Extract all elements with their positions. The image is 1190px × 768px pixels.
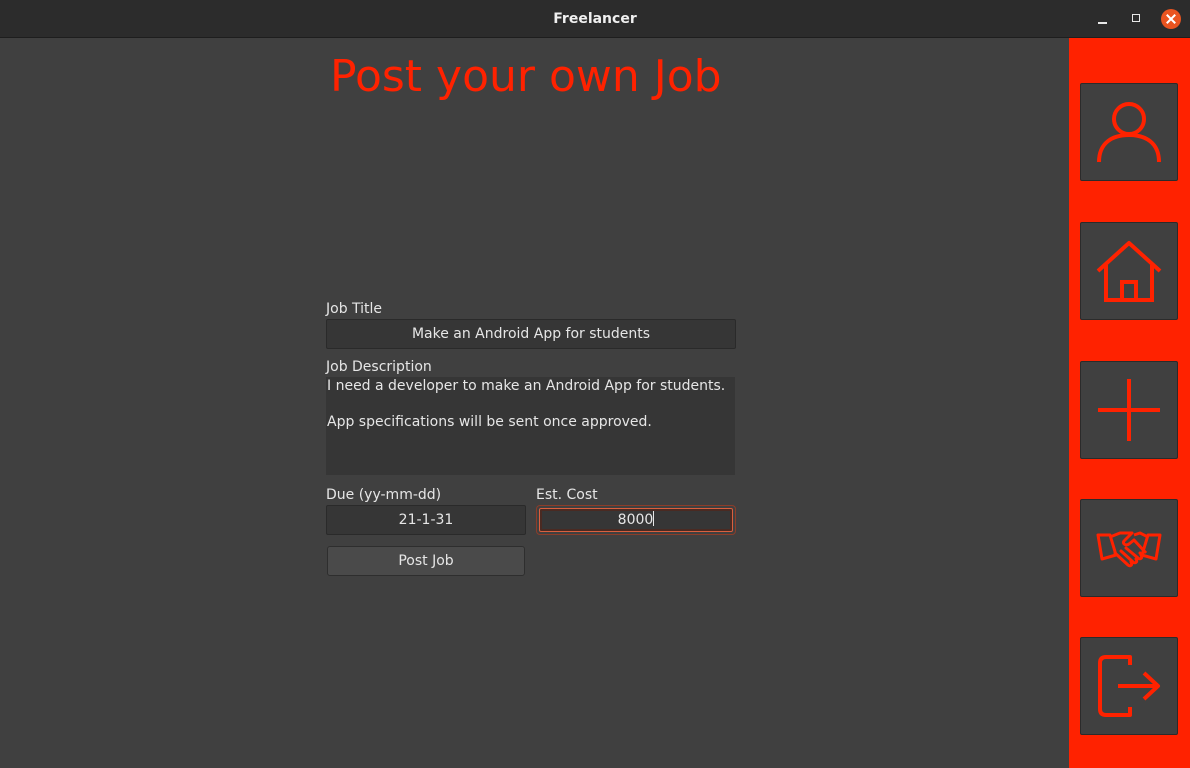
main-content: Post your own Job Job Title Make an Andr… xyxy=(0,38,1069,768)
logout-icon xyxy=(1098,655,1160,717)
close-button[interactable] xyxy=(1161,9,1181,29)
user-icon xyxy=(1097,102,1161,163)
job-title-input[interactable]: Make an Android App for students xyxy=(326,319,736,349)
title-bar: Freelancer xyxy=(0,0,1190,38)
profile-button[interactable] xyxy=(1080,83,1178,181)
text-caret xyxy=(653,511,655,526)
home-button[interactable] xyxy=(1080,222,1178,320)
deals-button[interactable] xyxy=(1080,499,1178,597)
handshake-icon xyxy=(1096,531,1162,568)
job-title-label: Job Title xyxy=(326,301,383,317)
job-description-textarea[interactable]: I need a developer to make an Android Ap… xyxy=(326,377,735,475)
plus-icon xyxy=(1098,379,1160,441)
window-title: Freelancer xyxy=(553,11,637,27)
post-job-button[interactable]: Post Job xyxy=(327,546,525,576)
job-description-label: Job Description xyxy=(326,359,432,375)
est-cost-label: Est. Cost xyxy=(536,487,598,503)
est-cost-value: 8000 xyxy=(617,512,654,528)
logout-button[interactable] xyxy=(1080,637,1178,735)
due-date-input[interactable]: 21-1-31 xyxy=(326,505,526,535)
sidebar xyxy=(1069,38,1190,768)
maximize-button[interactable] xyxy=(1127,9,1147,29)
est-cost-input[interactable]: 8000 xyxy=(539,508,733,532)
page-title: Post your own Job xyxy=(330,51,722,102)
add-job-button[interactable] xyxy=(1080,361,1178,459)
due-date-label: Due (yy-mm-dd) xyxy=(326,487,442,503)
minimize-button[interactable] xyxy=(1093,9,1113,29)
app-window: Freelancer Post your own Job Job Title M… xyxy=(0,0,1190,768)
home-icon xyxy=(1096,241,1162,302)
